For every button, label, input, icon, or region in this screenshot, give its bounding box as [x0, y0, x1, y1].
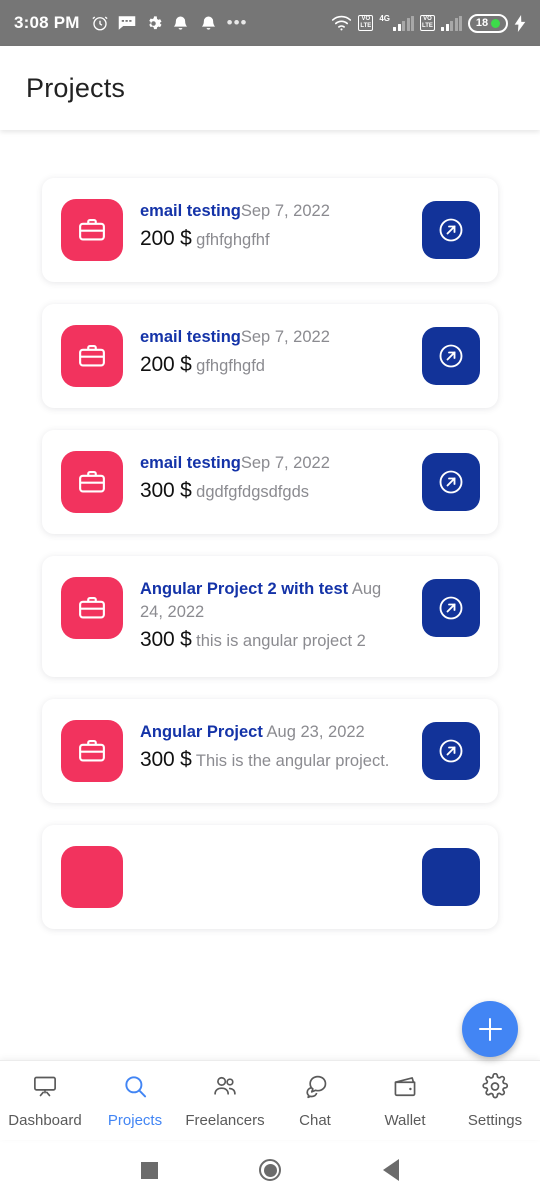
open-project-button[interactable]: [422, 201, 480, 259]
nav-item-projects[interactable]: Projects: [90, 1073, 180, 1129]
project-date: Sep 7, 2022: [240, 202, 330, 220]
project-date: Sep 7, 2022: [240, 328, 330, 346]
project-amount-row: 300 $ this is angular project 2: [140, 625, 405, 656]
nav-label-chat: Chat: [299, 1111, 331, 1129]
project-info: email testingSep 7, 2022 300 $ dgdfgfdgs…: [140, 451, 405, 507]
project-heading: email testingSep 7, 2022: [140, 326, 405, 349]
nav-label-dashboard: Dashboard: [8, 1111, 82, 1129]
project-amount-row: 300 $ dgdfgfdgsdfgds: [140, 476, 405, 507]
status-bar: 3:08 PM ••• VO LTE 4G VO LTE 18: [0, 0, 540, 46]
android-system-nav: [0, 1140, 540, 1200]
wifi-icon: [331, 15, 352, 31]
page-title: Projects: [26, 72, 126, 103]
project-heading: Angular Project 2 with test Aug 24, 2022: [140, 578, 405, 624]
nav-item-wallet[interactable]: Wallet: [360, 1073, 450, 1129]
volte-icon: VO LTE: [420, 15, 435, 31]
nav-item-dashboard[interactable]: Dashboard: [0, 1073, 90, 1129]
back-button[interactable]: [383, 1159, 400, 1181]
project-date: Aug 23, 2022: [266, 723, 365, 741]
briefcase-icon: [61, 199, 123, 261]
status-bar-left: 3:08 PM •••: [14, 13, 248, 33]
nav-label-freelancers: Freelancers: [185, 1111, 265, 1129]
nav-label-settings: Settings: [467, 1111, 523, 1129]
project-title: Angular Project 2 with test: [140, 580, 349, 598]
status-bar-right: VO LTE 4G VO LTE 18: [331, 13, 526, 33]
search-icon: [121, 1073, 149, 1105]
briefcase-icon: [61, 325, 123, 387]
recents-button[interactable]: [140, 1161, 158, 1179]
project-title: email testing: [140, 202, 241, 220]
project-amount: 200 $: [140, 227, 192, 250]
volte-icon: VO LTE: [358, 15, 374, 31]
nav-item-settings[interactable]: Settings: [450, 1072, 540, 1129]
project-card[interactable]: Angular Project 2 with test Aug 24, 2022…: [42, 556, 498, 677]
project-description: dgdfgfdgsdfgds: [196, 483, 309, 501]
project-date: Sep 7, 2022: [240, 454, 330, 472]
gear-icon: [481, 1072, 509, 1105]
wallet-icon: [391, 1073, 419, 1105]
project-card[interactable]: email testingSep 7, 2022 200 $ gfhfghgfh…: [42, 178, 498, 282]
network-type-label: 4G: [379, 13, 390, 23]
battery-icon: 18: [468, 13, 508, 33]
project-info: [140, 846, 405, 847]
project-description: gfhfghgfhf: [196, 231, 270, 249]
project-info: Angular Project 2 with test Aug 24, 2022…: [140, 577, 405, 656]
add-project-fab[interactable]: [462, 1001, 518, 1057]
nav-label-projects: Projects: [107, 1111, 163, 1129]
project-info: Angular Project Aug 23, 2022 300 $ This …: [140, 720, 405, 776]
project-amount: 300 $: [140, 628, 192, 651]
bell-icon: [199, 15, 218, 32]
open-project-button[interactable]: [422, 579, 480, 637]
project-heading: Angular Project Aug 23, 2022: [140, 721, 405, 744]
project-title: email testing: [140, 328, 241, 346]
home-button[interactable]: [259, 1159, 282, 1181]
briefcase-icon: [61, 720, 123, 782]
signal-bars-icon: [393, 15, 414, 31]
project-list[interactable]: email testingSep 7, 2022 200 $ gfhfghgfh…: [0, 130, 540, 1080]
dashboard-icon: [31, 1073, 59, 1105]
project-card[interactable]: email testingSep 7, 2022 300 $ dgdfgfdgs…: [42, 430, 498, 534]
nav-label-wallet: Wallet: [384, 1111, 426, 1129]
bottom-navigation: Dashboard Projects Freelancers Chat Wall…: [0, 1060, 540, 1140]
project-description: gfhgfhgfd: [196, 357, 265, 375]
people-icon: [211, 1073, 239, 1105]
project-card[interactable]: Angular Project Aug 23, 2022 300 $ This …: [42, 699, 498, 803]
nav-item-chat[interactable]: Chat: [270, 1073, 360, 1129]
project-amount: 200 $: [140, 353, 192, 376]
app-header: Projects: [0, 46, 540, 130]
briefcase-icon: [61, 577, 123, 639]
project-card[interactable]: [42, 825, 498, 929]
alarm-clock-icon: [91, 14, 109, 32]
project-heading: email testingSep 7, 2022: [140, 200, 405, 223]
project-description: This is the angular project.: [195, 752, 390, 770]
open-project-button[interactable]: [422, 848, 480, 906]
status-time: 3:08 PM: [14, 13, 80, 32]
project-description: this is angular project 2: [196, 632, 366, 650]
overflow-dots-icon: •••: [226, 13, 248, 32]
project-card[interactable]: email testingSep 7, 2022 200 $ gfhgfhgfd: [42, 304, 498, 408]
bell-icon: [171, 15, 190, 32]
project-info: email testingSep 7, 2022 200 $ gfhgfhgfd: [140, 325, 405, 381]
project-heading: email testingSep 7, 2022: [140, 452, 405, 475]
project-amount: 300 $: [140, 479, 192, 502]
project-amount: 300 $: [140, 748, 192, 771]
chat-bubble-icon: [301, 1073, 329, 1105]
briefcase-icon: [61, 451, 123, 513]
battery-level: 18: [475, 17, 489, 29]
gear-icon: [145, 15, 162, 32]
briefcase-icon: [61, 846, 123, 908]
charging-bolt-icon: [514, 14, 526, 32]
message-icon: [118, 15, 136, 31]
open-project-button[interactable]: [422, 453, 480, 511]
project-info: email testingSep 7, 2022 200 $ gfhfghgfh…: [140, 199, 405, 255]
project-amount-row: 300 $ This is the angular project.: [140, 745, 405, 776]
open-project-button[interactable]: [422, 327, 480, 385]
signal-bars-icon: [441, 15, 462, 31]
project-title: Angular Project: [140, 723, 263, 741]
project-title: email testing: [140, 454, 241, 472]
project-amount-row: 200 $ gfhgfhgfd: [140, 350, 405, 381]
open-project-button[interactable]: [422, 722, 480, 780]
project-amount-row: 200 $ gfhfghgfhf: [140, 224, 405, 255]
nav-item-freelancers[interactable]: Freelancers: [180, 1073, 270, 1129]
